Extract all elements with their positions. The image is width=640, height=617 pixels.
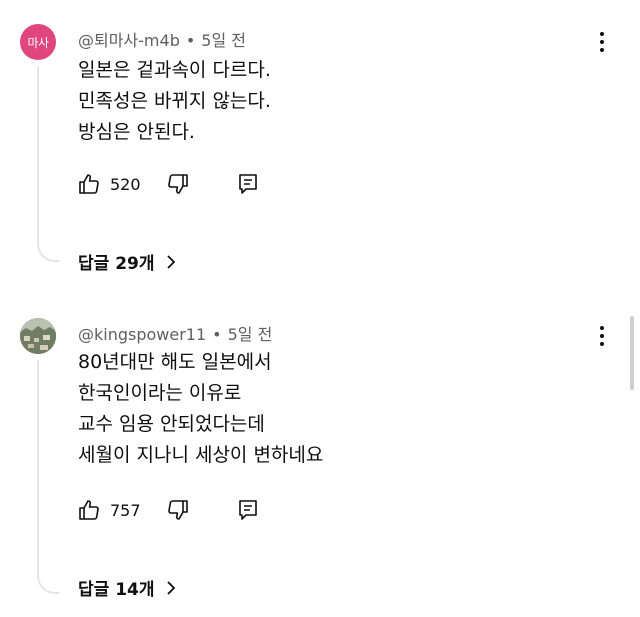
timestamp[interactable]: 5일 전 [228, 325, 273, 344]
comment-line: 일본은 겉과속이 다르다. [78, 59, 271, 81]
avatar[interactable] [20, 318, 56, 354]
more-vert-icon[interactable] [596, 326, 608, 350]
replies-label: 답글 29개 [78, 254, 155, 274]
author-name[interactable]: @퇴마사-m4b [78, 31, 180, 50]
thread-line [37, 66, 39, 242]
thread-connector [37, 572, 59, 594]
timestamp[interactable]: 5일 전 [201, 31, 246, 50]
more-vert-icon[interactable] [596, 32, 608, 56]
thread-connector [37, 240, 59, 262]
comment-2: @kingspower11 • 5일 전 80년대만 해도 일본에서 한국인이라는 … [0, 300, 640, 617]
chevron-right-icon [165, 580, 177, 596]
thumb-up-icon [79, 174, 99, 194]
comment-line: 세월이 지나니 세상이 변하네요 [78, 444, 324, 466]
comment-text: 일본은 겉과속이 다르다. 민족성은 바뀌지 않는다. 방심은 안된다. [78, 55, 271, 148]
avatar-text: 마사 [27, 35, 49, 50]
thumb-down-icon [167, 174, 188, 194]
like-button[interactable] [76, 171, 102, 197]
dislike-button[interactable] [165, 171, 191, 197]
thumb-down-icon [167, 500, 188, 520]
comment-actions: 757 [76, 497, 261, 523]
comment-line: 한국인이라는 이유로 [78, 382, 242, 404]
thread-line [37, 360, 39, 576]
comment-meta: @kingspower11 • 5일 전 [78, 321, 272, 345]
comment-line: 민족성은 바뀌지 않는다. [78, 90, 271, 112]
author-name[interactable]: @kingspower11 [78, 325, 206, 344]
avatar[interactable]: 마사 [20, 24, 56, 60]
comment-1: 마사 @퇴마사-m4b • 5일 전 일본은 겉과속이 다르다. 민족성은 바뀌지 … [0, 0, 640, 300]
thumb-up-icon [79, 500, 99, 520]
comment-icon [238, 174, 257, 194]
like-button[interactable] [76, 497, 102, 523]
dislike-button[interactable] [165, 497, 191, 523]
view-replies-button[interactable]: 답글 14개 [78, 575, 177, 600]
separator: • [185, 31, 196, 50]
comment-line: 교수 임용 안되었다는데 [78, 413, 265, 435]
like-count: 520 [110, 174, 141, 194]
comment-line: 80년대만 해도 일본에서 [78, 351, 272, 373]
reply-button[interactable] [235, 497, 261, 523]
scrollbar[interactable] [630, 316, 634, 390]
comment-line: 방심은 안된다. [78, 121, 195, 143]
avatar-photo [20, 318, 56, 354]
replies-label: 답글 14개 [78, 580, 155, 600]
like-count: 757 [110, 500, 141, 520]
comment-text: 80년대만 해도 일본에서 한국인이라는 이유로 교수 임용 안되었다는데 세월… [78, 347, 323, 471]
chevron-right-icon [165, 254, 177, 270]
comment-meta: @퇴마사-m4b • 5일 전 [78, 27, 246, 51]
reply-button[interactable] [235, 171, 261, 197]
comment-actions: 520 [76, 171, 261, 197]
separator: • [212, 325, 222, 344]
comment-icon [238, 500, 257, 520]
view-replies-button[interactable]: 답글 29개 [78, 249, 177, 274]
